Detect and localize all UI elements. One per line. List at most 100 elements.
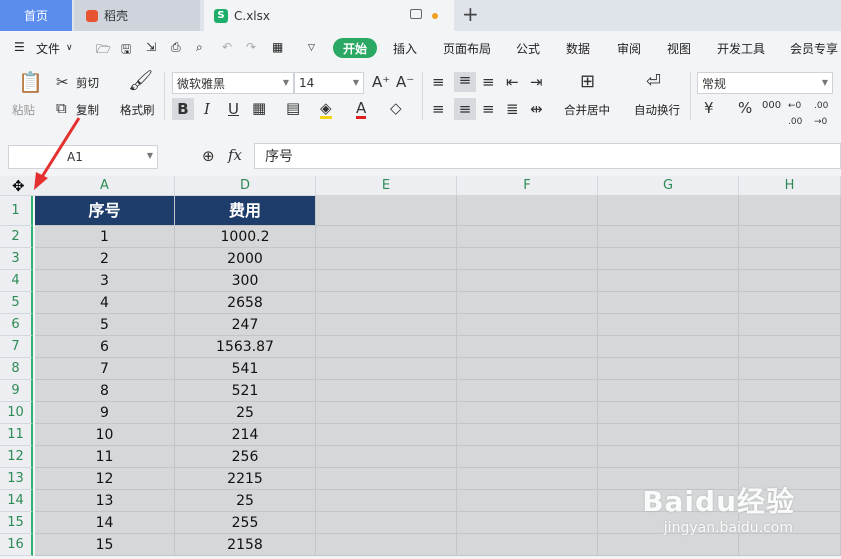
column-header-G[interactable]: G — [598, 176, 739, 196]
empty-cell[interactable] — [739, 424, 841, 446]
save-icon[interactable]: 🖫 — [121, 40, 131, 61]
empty-cell[interactable] — [316, 248, 457, 270]
row-header-1[interactable]: 1 — [0, 196, 33, 226]
empty-cell[interactable] — [739, 402, 841, 424]
empty-cell[interactable] — [457, 424, 598, 446]
empty-cell[interactable] — [598, 358, 739, 380]
border-icon[interactable]: ▦ — [252, 100, 266, 116]
empty-cell[interactable] — [739, 270, 841, 292]
table-header-cell[interactable]: 序号 — [35, 196, 175, 226]
increase-font-icon[interactable]: A⁺ — [372, 74, 390, 90]
align-center-icon[interactable]: ≡ — [454, 98, 476, 120]
table-cell[interactable]: 25 — [175, 490, 316, 512]
empty-cell[interactable] — [316, 424, 457, 446]
row-header-4[interactable]: 4 — [0, 270, 33, 292]
table-cell[interactable]: 1000.2 — [175, 226, 316, 248]
wrap-text-button[interactable]: 自动换行 — [634, 102, 680, 118]
empty-cell[interactable] — [598, 380, 739, 402]
empty-cell[interactable] — [457, 292, 598, 314]
empty-cell[interactable] — [739, 292, 841, 314]
cut-button[interactable]: 剪切 — [76, 75, 99, 91]
percent-icon[interactable]: % — [738, 100, 752, 116]
table-cell[interactable]: 15 — [35, 534, 175, 556]
table-cell[interactable]: 12 — [35, 468, 175, 490]
empty-cell[interactable] — [457, 270, 598, 292]
tab-file[interactable]: S C.xlsx — [204, 0, 454, 31]
table-cell[interactable]: 214 — [175, 424, 316, 446]
print-icon[interactable]: ⎙ — [171, 40, 181, 55]
empty-cell[interactable] — [739, 314, 841, 336]
empty-cell[interactable] — [457, 380, 598, 402]
table-cell[interactable]: 7 — [35, 358, 175, 380]
print-preview-icon[interactable]: ⌕ — [196, 40, 203, 55]
empty-cell[interactable] — [739, 358, 841, 380]
align-bottom-icon[interactable]: ≡ — [482, 74, 495, 90]
empty-cell[interactable] — [316, 226, 457, 248]
table-cell[interactable]: 25 — [175, 402, 316, 424]
column-header-H[interactable]: H — [739, 176, 841, 196]
empty-cell[interactable] — [457, 336, 598, 358]
name-box[interactable]: A1 ▼ — [8, 145, 158, 169]
menu-insert[interactable]: 插入 — [393, 40, 417, 57]
hamburger-icon[interactable]: ☰ — [14, 40, 25, 54]
table-cell[interactable]: 13 — [35, 490, 175, 512]
table-cell[interactable]: 2158 — [175, 534, 316, 556]
empty-cell[interactable] — [457, 402, 598, 424]
redo-icon[interactable]: ↷ — [246, 40, 256, 54]
empty-cell[interactable] — [739, 196, 841, 226]
row-header-6[interactable]: 6 — [0, 314, 33, 336]
merge-center-icon[interactable]: ⊞ — [580, 73, 595, 91]
table-cell[interactable]: 255 — [175, 512, 316, 534]
table-cell[interactable]: 14 — [35, 512, 175, 534]
tab-doke[interactable]: 稻壳 — [74, 0, 200, 31]
empty-cell[interactable] — [739, 226, 841, 248]
paste-button[interactable]: 粘贴 — [12, 102, 35, 118]
empty-cell[interactable] — [457, 468, 598, 490]
table-cell[interactable]: 6 — [35, 336, 175, 358]
increase-decimal-icon[interactable]: ←0.00 — [788, 98, 802, 130]
outdent-icon[interactable]: ⇤ — [506, 74, 519, 90]
thousands-icon[interactable]: 000 — [762, 98, 781, 114]
align-middle-icon[interactable]: ≡ — [454, 72, 476, 92]
empty-cell[interactable] — [457, 226, 598, 248]
table-cell[interactable]: 1 — [35, 226, 175, 248]
table-cell[interactable]: 521 — [175, 380, 316, 402]
table-cell[interactable]: 3 — [35, 270, 175, 292]
column-header-D[interactable]: D — [175, 176, 316, 196]
indent-icon[interactable]: ⇥ — [530, 74, 543, 90]
tab-home[interactable]: 首页 — [0, 0, 72, 31]
row-header-12[interactable]: 12 — [0, 446, 33, 468]
empty-cell[interactable] — [598, 248, 739, 270]
empty-cell[interactable] — [739, 248, 841, 270]
empty-cell[interactable] — [598, 424, 739, 446]
menu-formula[interactable]: 公式 — [516, 40, 540, 57]
new-tab-button[interactable]: + — [462, 2, 479, 26]
empty-cell[interactable] — [598, 270, 739, 292]
empty-cell[interactable] — [457, 196, 598, 226]
format-painter-button[interactable]: 格式刷 — [120, 102, 155, 118]
copy-icon[interactable]: ⧉ — [56, 100, 67, 116]
row-header-16[interactable]: 16 — [0, 534, 33, 556]
empty-cell[interactable] — [316, 270, 457, 292]
menu-file[interactable]: 文件 — [36, 40, 60, 57]
column-header-E[interactable]: E — [316, 176, 457, 196]
zoom-search-icon[interactable]: ⊕ — [202, 148, 215, 164]
row-header-11[interactable]: 11 — [0, 424, 33, 446]
merge-center-button[interactable]: 合并居中 — [564, 102, 610, 118]
table-cell[interactable]: 256 — [175, 446, 316, 468]
wrap-text-icon[interactable]: ⏎ — [646, 73, 661, 91]
empty-cell[interactable] — [598, 534, 739, 556]
empty-cell[interactable] — [598, 226, 739, 248]
font-size-select[interactable]: 14 ▼ — [294, 72, 364, 94]
export-icon[interactable]: ⇲ — [146, 40, 156, 54]
italic-button[interactable]: I — [204, 101, 210, 117]
empty-cell[interactable] — [598, 402, 739, 424]
empty-cell[interactable] — [739, 534, 841, 556]
row-header-15[interactable]: 15 — [0, 512, 33, 534]
more-chevron-icon[interactable]: ▽ — [308, 43, 315, 53]
empty-cell[interactable] — [457, 248, 598, 270]
open-folder-icon[interactable]: 🗁 — [96, 40, 111, 61]
empty-cell[interactable] — [316, 358, 457, 380]
number-format-select[interactable]: 常规 ▼ — [697, 72, 833, 94]
column-header-F[interactable]: F — [457, 176, 598, 196]
